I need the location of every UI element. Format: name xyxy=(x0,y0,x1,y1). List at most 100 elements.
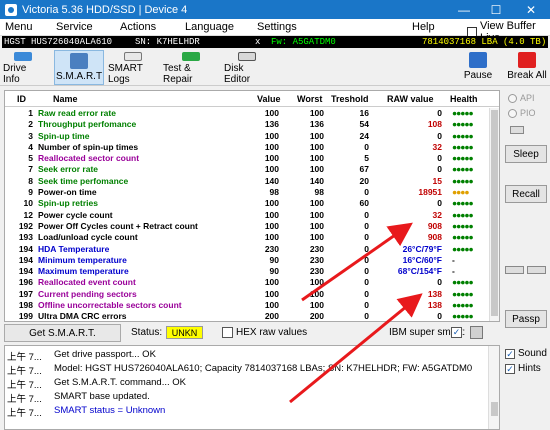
col-value: Value xyxy=(257,94,281,104)
table-scroll-thumb[interactable] xyxy=(491,110,498,316)
log-scroll-thumb[interactable] xyxy=(491,402,498,416)
table-row[interactable]: 12 Power cycle count 100 100 0 32 ●●●●● xyxy=(5,210,487,221)
test-repair-button[interactable]: Test & Repair xyxy=(163,50,218,85)
recall-button[interactable]: Recall xyxy=(505,185,547,203)
table-row[interactable]: 10 Spin-up retries 100 100 60 0 ●●●●● xyxy=(5,198,487,209)
table-row[interactable]: 9 Power-on time 98 98 0 18951 ●●●● xyxy=(5,187,487,198)
attr-value: 100 xyxy=(264,277,279,288)
table-row[interactable]: 199 Ultra DMA CRC errors 200 200 0 0 ●●●●● xyxy=(5,311,487,322)
sleep-button[interactable]: Sleep xyxy=(505,145,547,163)
table-row[interactable]: 4 Number of spin-up times 100 100 0 32 ●●●●● xyxy=(5,142,487,153)
attr-threshold: 0 xyxy=(364,288,369,299)
table-row[interactable]: 2 Throughput perfomance 136 136 54 108 ●●●●● xyxy=(5,119,487,130)
attr-worst: 100 xyxy=(309,277,324,288)
status-row: Get S.M.A.R.T. Status: UNKN HEX raw valu… xyxy=(4,323,500,343)
log-time: 上午 7... xyxy=(7,380,42,391)
ibm-options-button[interactable] xyxy=(470,326,483,339)
attr-health: ●●●●● xyxy=(452,198,474,209)
sound-checkbox[interactable]: ✓ xyxy=(505,348,515,359)
side-small-button-left[interactable] xyxy=(505,266,524,274)
break-all-button[interactable]: Break All xyxy=(505,50,549,85)
table-row[interactable]: 192 Power Off Cycles count + Retract coun… xyxy=(5,221,487,232)
table-row[interactable]: 7 Seek error rate 100 100 67 0 ●●●●● xyxy=(5,164,487,175)
smart-icon xyxy=(70,53,88,69)
table-row[interactable]: 198 Offline uncorrectable sectors count 10… xyxy=(5,300,487,311)
menu-item-settings[interactable]: Settings xyxy=(257,21,297,33)
port-small-button[interactable] xyxy=(510,126,524,134)
break-all-label: Break All xyxy=(507,70,547,81)
attr-worst: 230 xyxy=(309,266,324,277)
pio-radio-label: PIO xyxy=(520,108,536,118)
maximize-button[interactable]: ☐ xyxy=(480,0,512,19)
pio-radio-dot[interactable] xyxy=(508,108,517,118)
log-time: 上午 7... xyxy=(7,394,42,405)
log-time: 上午 7... xyxy=(7,408,42,419)
menu-item-actions[interactable]: Actions xyxy=(120,21,156,33)
status-label: Status: xyxy=(131,327,163,338)
table-row[interactable]: 197 Current pending sectors 100 100 0 138 ●●●●… xyxy=(5,289,487,300)
hints-checkbox[interactable]: ✓ xyxy=(505,363,515,374)
attr-raw-value: 908 xyxy=(427,232,442,243)
smart-tab-button[interactable]: S.M.A.R.T xyxy=(54,50,104,85)
attr-name: Spin-up time xyxy=(38,130,90,141)
pio-radio[interactable]: PIO xyxy=(508,108,536,118)
minimize-button[interactable]: — xyxy=(448,0,480,19)
table-row[interactable]: 194 Minimum temperature 90 230 0 16°C/60°F - xyxy=(5,255,487,266)
api-radio-dot[interactable] xyxy=(508,93,517,103)
log-scrollbar[interactable] xyxy=(488,346,499,429)
drive-info-button[interactable]: Drive Info xyxy=(3,50,43,85)
table-row[interactable]: 5 Reallocated sector count 100 100 5 0 ●●●●● xyxy=(5,153,487,164)
attr-threshold: 20 xyxy=(359,175,369,186)
attr-health: ●●●●● xyxy=(452,232,474,243)
get-smart-button[interactable]: Get S.M.A.R.T. xyxy=(4,324,121,342)
attr-value: 140 xyxy=(264,175,279,186)
table-scrollbar[interactable] xyxy=(489,108,499,321)
smart-label: S.M.A.R.T xyxy=(55,71,103,82)
attr-name: Number of spin-up times xyxy=(38,141,139,152)
attr-name: Minimum temperature xyxy=(38,254,127,265)
menu-item-help[interactable]: Help xyxy=(412,21,435,33)
attr-raw-value: 16°C/60°F xyxy=(402,254,442,265)
drive-info-icon xyxy=(14,52,32,61)
side-small-button-right[interactable] xyxy=(527,266,546,274)
passp-button[interactable]: Passp xyxy=(505,310,547,328)
table-row[interactable]: 194 Maximum temperature 90 230 0 68°C/154°F - xyxy=(5,266,487,277)
hints-toggle[interactable]: ✓ Hints xyxy=(505,363,541,374)
menu-item-menu[interactable]: Menu xyxy=(5,21,33,33)
attr-worst: 136 xyxy=(309,119,324,130)
table-row[interactable]: 3 Spin-up time 100 100 24 0 ●●●●● xyxy=(5,131,487,142)
menu-item-service[interactable]: Service xyxy=(56,21,93,33)
break-all-icon xyxy=(518,52,536,68)
attr-value: 136 xyxy=(264,119,279,130)
sound-toggle[interactable]: ✓ Sound xyxy=(505,348,547,359)
menu-item-language[interactable]: Language xyxy=(185,21,234,33)
smart-logs-icon xyxy=(124,52,142,61)
attr-name: Power Off Cycles count + Retract count xyxy=(38,220,198,231)
attr-health: ●●●●● xyxy=(452,300,474,311)
table-row[interactable]: 8 Seek time perfomance 140 140 20 15 ●●●●● xyxy=(5,176,487,187)
smart-logs-button[interactable]: SMART Logs xyxy=(108,50,158,85)
disk-editor-button[interactable]: Disk Editor xyxy=(224,50,270,85)
attr-value: 90 xyxy=(269,254,279,265)
attr-name: Raw read error rate xyxy=(38,108,116,118)
attr-health: ●●●●● xyxy=(452,220,474,231)
attr-raw-value: 0 xyxy=(437,153,442,164)
table-row[interactable]: 194 HDA Temperature 230 230 0 26°C/79°F ●●●●● xyxy=(5,244,487,255)
table-row[interactable]: 196 Reallocated event count 100 100 0 0 ●●●●● xyxy=(5,277,487,288)
close-button[interactable]: ✕ xyxy=(512,0,550,19)
device-close-marker[interactable]: x xyxy=(255,36,260,48)
api-radio[interactable]: API xyxy=(508,93,535,103)
pause-button[interactable]: Pause xyxy=(461,50,495,85)
attr-raw-value: 68°C/154°F xyxy=(397,266,442,277)
attr-name: Throughput perfomance xyxy=(38,119,137,130)
table-row[interactable]: 193 Load/unload cycle count 100 100 0 908 ●●●●… xyxy=(5,232,487,243)
attr-value: 100 xyxy=(264,164,279,175)
attr-value: 100 xyxy=(264,153,279,164)
ibm-super-smart-checkbox[interactable]: ✓ xyxy=(451,327,462,338)
attr-value: 200 xyxy=(264,311,279,322)
hex-raw-checkbox[interactable] xyxy=(222,327,233,338)
attr-worst: 100 xyxy=(309,209,324,220)
window-title: Victoria 5.36 HDD/SSD | Device 4 xyxy=(22,3,188,16)
attr-name: Reallocated event count xyxy=(38,277,136,288)
table-row[interactable]: 1 Raw read error rate 100 100 16 0 ●●●●● xyxy=(5,108,487,119)
